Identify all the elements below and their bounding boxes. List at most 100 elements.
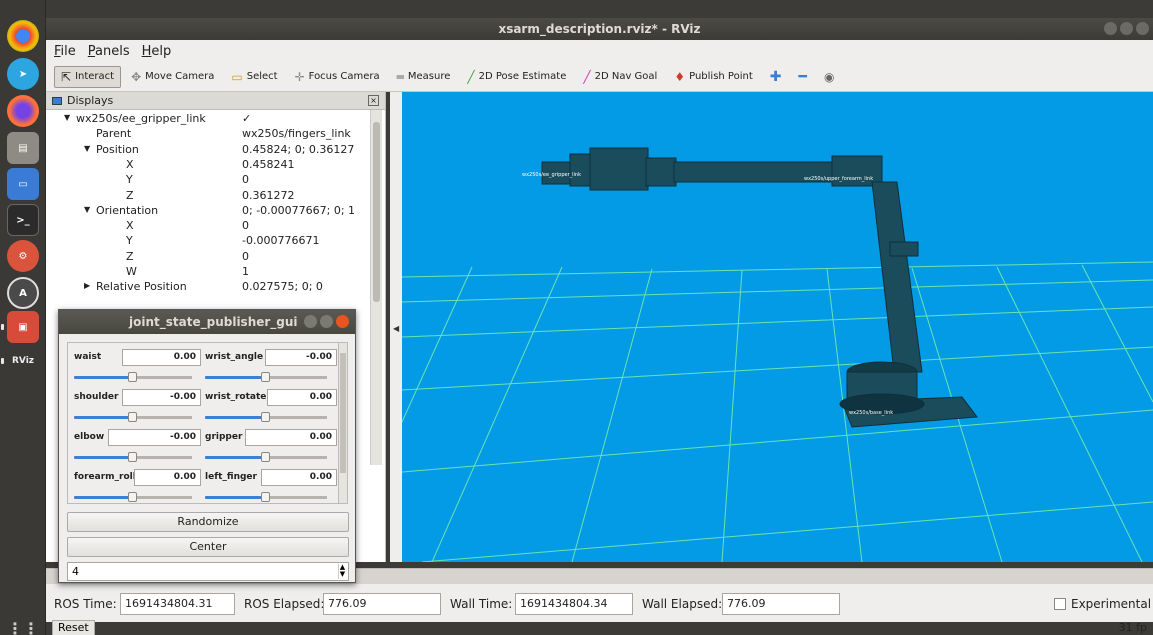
joint-gui-minimize-button[interactable]	[304, 315, 317, 328]
property-name[interactable]: Orientation	[96, 204, 158, 217]
3d-viewport[interactable]: wx250s/ee_gripper_link wx250s/upper_fore…	[402, 92, 1153, 562]
property-value[interactable]: 0.361272	[242, 189, 295, 202]
wall-time-field[interactable]: 1691434804.34	[515, 593, 633, 615]
slider-handle[interactable]	[261, 372, 270, 382]
joint-value-field[interactable]: -0.00	[265, 349, 337, 366]
joint-sliders-scrollbar[interactable]	[338, 342, 348, 504]
collapse-panel-handle[interactable]: ◀	[390, 92, 402, 562]
property-name[interactable]: Relative Position	[96, 280, 187, 293]
property-name[interactable]: Position	[96, 143, 139, 156]
joint-slider[interactable]	[74, 492, 192, 502]
property-value[interactable]: wx250s/fingers_link	[242, 127, 351, 140]
property-value[interactable]: 0	[242, 219, 249, 232]
randomize-button[interactable]: Randomize	[67, 512, 349, 532]
software-icon[interactable]: A	[7, 277, 39, 309]
joint-value-field[interactable]: 0.00	[122, 349, 201, 366]
property-value[interactable]: 0.45824; 0; 0.36127	[242, 143, 354, 156]
joint-slider[interactable]	[74, 372, 192, 382]
joint-slider[interactable]	[74, 452, 192, 462]
minimize-button[interactable]	[1104, 22, 1117, 35]
slider-handle[interactable]	[261, 452, 270, 462]
property-name[interactable]: X	[126, 219, 134, 232]
remove-tool-button[interactable]: ━	[792, 65, 814, 89]
menu-file[interactable]: File	[54, 44, 76, 59]
joint-value-field[interactable]: 0.00	[134, 469, 201, 486]
property-name[interactable]: Parent	[96, 127, 131, 140]
property-name[interactable]: X	[126, 158, 134, 171]
joint-slider[interactable]	[205, 412, 327, 422]
joint-value-field[interactable]: 0.00	[261, 469, 337, 486]
add-tool-button[interactable]: ✚	[763, 65, 789, 89]
ros-time-field[interactable]: 1691434804.31	[120, 593, 235, 615]
property-value[interactable]: 0.027575; 0; 0	[242, 280, 323, 293]
experimental-checkbox[interactable]	[1054, 598, 1066, 610]
wall-elapsed-field[interactable]: 776.09	[722, 593, 840, 615]
displays-scrollbar[interactable]	[370, 110, 382, 465]
files-icon[interactable]: ▤	[7, 132, 39, 164]
nav-goal-tool[interactable]: ╱ 2D Nav Goal	[576, 66, 664, 88]
joint-gui-maximize-button[interactable]	[320, 315, 333, 328]
property-name[interactable]: Z	[126, 189, 134, 202]
collapse-arrow-icon[interactable]: ▶	[84, 281, 90, 290]
slider-handle[interactable]	[261, 492, 270, 502]
joint-slider[interactable]	[205, 372, 327, 382]
joint-slider[interactable]	[205, 492, 327, 502]
property-value[interactable]: ✓	[242, 112, 251, 125]
expand-arrow-icon[interactable]: ▼	[84, 205, 90, 214]
property-name[interactable]: Z	[126, 250, 134, 263]
slider-handle[interactable]	[128, 372, 137, 382]
joint-count-spinbox[interactable]: 4 ▲ ▼	[67, 562, 349, 581]
slider-handle[interactable]	[128, 412, 137, 422]
slider-handle[interactable]	[128, 452, 137, 462]
center-button[interactable]: Center	[67, 537, 349, 557]
close-panel-icon[interactable]: ×	[368, 95, 379, 106]
menu-help[interactable]: Help	[142, 44, 172, 59]
slider-handle[interactable]	[261, 412, 270, 422]
property-value[interactable]: 0.458241	[242, 158, 295, 171]
joint-slider[interactable]	[74, 412, 192, 422]
close-button[interactable]	[1136, 22, 1149, 35]
expand-arrow-icon[interactable]: ▼	[84, 144, 90, 153]
joint-value-field[interactable]: 0.00	[267, 389, 337, 406]
property-value[interactable]: 0	[242, 173, 249, 186]
tool-properties-button[interactable]: ◉	[817, 66, 841, 88]
firefox-icon[interactable]	[7, 95, 39, 127]
pose-estimate-tool[interactable]: ╱ 2D Pose Estimate	[460, 66, 573, 88]
settings-icon[interactable]: ⚙	[7, 240, 39, 272]
joint-value-field[interactable]: -0.00	[122, 389, 201, 406]
joint-gui-close-button[interactable]	[336, 315, 349, 328]
joint-value-field[interactable]: -0.00	[108, 429, 201, 446]
app-icon[interactable]: ▣	[1, 311, 39, 343]
terminal-icon[interactable]: >_	[7, 204, 39, 236]
rviz-icon[interactable]: RViz	[1, 345, 39, 377]
property-name[interactable]: wx250s/ee_gripper_link	[76, 112, 206, 125]
reset-button[interactable]: Reset	[52, 620, 95, 635]
property-name[interactable]: Y	[126, 234, 133, 247]
move-camera-tool[interactable]: ✥ Move Camera	[124, 66, 221, 88]
property-value[interactable]: 0	[242, 250, 249, 263]
scrollbar-thumb[interactable]	[373, 122, 380, 302]
property-value[interactable]: -0.000776671	[242, 234, 319, 247]
writer-icon[interactable]: ▭	[7, 168, 39, 200]
property-name[interactable]: Y	[126, 173, 133, 186]
focus-camera-tool[interactable]: ✛ Focus Camera	[288, 66, 387, 88]
chrome-icon[interactable]	[7, 20, 39, 52]
show-apps-icon[interactable]: ⋮⋮	[7, 612, 39, 635]
spinbox-arrows-icon[interactable]: ▲ ▼	[338, 564, 346, 579]
publish-point-tool[interactable]: ♦ Publish Point	[667, 66, 759, 88]
slider-handle[interactable]	[128, 492, 137, 502]
joint-value-field[interactable]: 0.00	[245, 429, 337, 446]
property-value[interactable]: 0; -0.00077667; 0; 1	[242, 204, 355, 217]
property-name[interactable]: W	[126, 265, 137, 278]
expand-arrow-icon[interactable]: ▼	[64, 113, 70, 122]
ros-elapsed-field[interactable]: 776.09	[323, 593, 441, 615]
maximize-button[interactable]	[1120, 22, 1133, 35]
menu-panels[interactable]: Panels	[88, 44, 130, 59]
interact-tool[interactable]: ⇱ Interact	[54, 65, 122, 88]
select-tool[interactable]: ▭ Select	[224, 66, 284, 88]
telegram-icon[interactable]: ➤	[7, 58, 39, 90]
joint-slider[interactable]	[205, 452, 327, 462]
measure-tool[interactable]: ═ Measure	[390, 66, 458, 88]
scrollbar-thumb[interactable]	[340, 353, 346, 473]
property-value[interactable]: 1	[242, 265, 249, 278]
